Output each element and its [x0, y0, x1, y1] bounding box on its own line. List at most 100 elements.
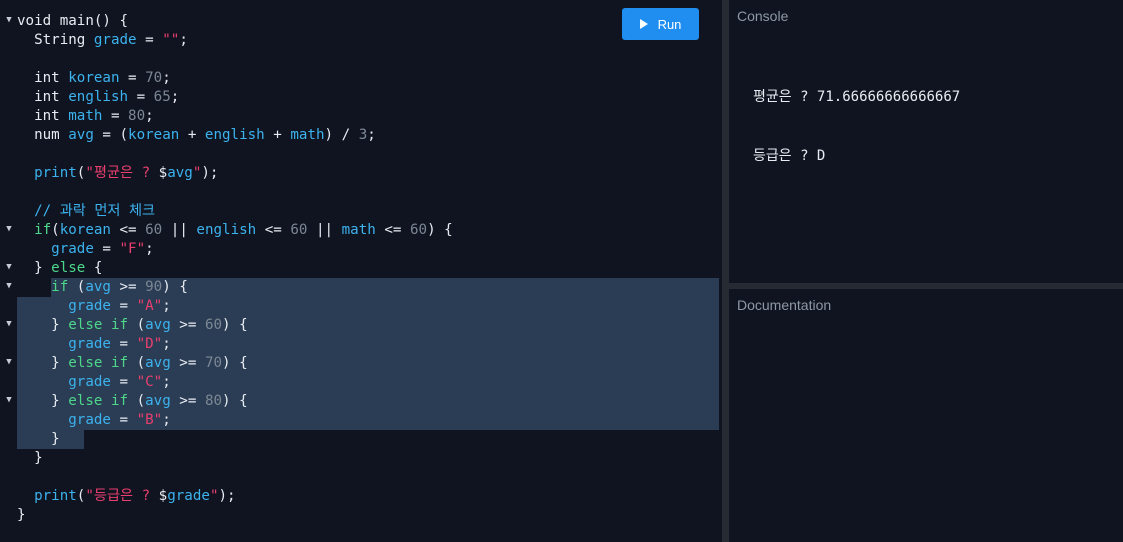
code-token: 3	[358, 127, 368, 143]
code-token: (	[68, 279, 86, 295]
code-token: num	[17, 127, 69, 143]
code-token: =	[128, 89, 154, 105]
code-line[interactable]: ▼ void main() {	[0, 12, 722, 31]
code-token: (	[128, 393, 146, 409]
code-token: (	[128, 317, 146, 333]
code-line[interactable]: print("평균은 ? $avg");	[0, 164, 722, 183]
code-token: 70	[204, 355, 223, 371]
code-line[interactable]: num avg = (korean + english + math) / 3;	[0, 126, 722, 145]
code-token: ;	[162, 374, 171, 390]
code-line[interactable]: ▼ } else if (avg >= 70) {	[0, 354, 722, 373]
code-text: } else {	[17, 259, 102, 278]
code-line[interactable]: print("등급은 ? $grade");	[0, 487, 722, 506]
code-token: }	[17, 317, 69, 333]
code-line[interactable]	[0, 50, 722, 69]
code-token: english	[68, 89, 129, 105]
code-text: }	[17, 430, 60, 449]
code-line[interactable]: grade = "C";	[0, 373, 722, 392]
code-line[interactable]: grade = "A";	[0, 297, 722, 316]
code-line[interactable]: }	[0, 449, 722, 468]
code-token: "C"	[136, 374, 163, 390]
code-line[interactable]: }	[0, 430, 722, 449]
code-line[interactable]	[0, 468, 722, 487]
code-token: ) {	[222, 355, 248, 371]
code-token: >=	[170, 317, 205, 333]
fold-arrow-icon[interactable]: ▼	[4, 221, 14, 238]
run-button-label: Run	[657, 16, 682, 32]
code-token: 60	[409, 222, 428, 238]
code-token: 60	[204, 317, 223, 333]
code-token: ) {	[222, 317, 248, 333]
code-token: =	[93, 241, 120, 257]
code-line[interactable]: grade = "D";	[0, 335, 722, 354]
console-output: 평균은 ? 71.66666666666667 등급은 ? D	[753, 49, 960, 205]
code-editor[interactable]: ▼ void main() { String grade = ""; int ko…	[0, 0, 722, 542]
code-line[interactable]: ▼ if (avg >= 90) {	[0, 278, 722, 297]
code-token: grade	[17, 298, 111, 314]
code-token: ;	[162, 412, 171, 428]
code-token: =	[110, 336, 137, 352]
documentation-title: Documentation	[737, 297, 832, 313]
console-pane: Console 평균은 ? 71.66666666666667 등급은 ? D	[729, 0, 1123, 283]
code-token: else if	[68, 317, 129, 333]
code-token: avg	[145, 317, 171, 333]
code-text: if (avg >= 90) {	[17, 278, 188, 297]
code-text: int english = 65;	[17, 88, 179, 107]
code-token: math	[341, 222, 376, 238]
code-line[interactable]: int korean = 70;	[0, 69, 722, 88]
code-line[interactable]: ▼ } else {	[0, 259, 722, 278]
fold-arrow-icon[interactable]: ▼	[4, 392, 14, 409]
code-token: 70	[145, 70, 163, 86]
run-button[interactable]: Run	[622, 8, 699, 40]
code-token: >=	[170, 355, 205, 371]
code-token: =	[110, 412, 137, 428]
fold-arrow-icon[interactable]: ▼	[4, 259, 14, 276]
fold-arrow-icon[interactable]: ▼	[4, 354, 14, 371]
code-line[interactable]: // 과락 먼저 체크	[0, 202, 722, 221]
code-line[interactable]: ▼ } else if (avg >= 60) {	[0, 316, 722, 335]
code-token: ) {	[427, 222, 453, 238]
code-text: print("평균은 ? $avg");	[17, 164, 218, 183]
code-text: } else if (avg >= 60) {	[17, 316, 248, 335]
code-line[interactable]	[0, 145, 722, 164]
code-line[interactable]: ▼ } else if (avg >= 80) {	[0, 392, 722, 411]
code-lines[interactable]: ▼ void main() { String grade = ""; int ko…	[0, 12, 722, 525]
code-line[interactable]: int math = 80;	[0, 107, 722, 126]
fold-arrow-icon[interactable]: ▼	[4, 12, 14, 29]
code-token: print	[17, 165, 77, 181]
code-token: );	[218, 488, 236, 504]
code-line[interactable]	[0, 183, 722, 202]
documentation-pane: Documentation	[729, 289, 1123, 542]
code-token: );	[201, 165, 219, 181]
code-token: if	[17, 279, 69, 295]
code-line[interactable]: String grade = "";	[0, 31, 722, 50]
code-token: main() {	[59, 13, 129, 29]
code-text: print("등급은 ? $grade");	[17, 487, 236, 506]
code-token: english	[204, 127, 265, 143]
code-token: 90	[145, 279, 163, 295]
code-token: int	[17, 89, 69, 105]
code-token: }	[17, 355, 69, 371]
code-line[interactable]: int english = 65;	[0, 88, 722, 107]
code-token: print	[17, 488, 77, 504]
code-text: int math = 80;	[17, 107, 154, 126]
vertical-splitter[interactable]	[722, 0, 729, 542]
code-token: ||	[307, 222, 342, 238]
code-token: grade	[17, 412, 111, 428]
code-token: ) {	[222, 393, 248, 409]
code-token: ;	[162, 70, 171, 86]
code-line[interactable]: grade = "B";	[0, 411, 722, 430]
fold-arrow-icon[interactable]: ▼	[4, 278, 14, 295]
code-text: grade = "F";	[17, 240, 154, 259]
code-token: 80	[128, 108, 146, 124]
code-line[interactable]: grade = "F";	[0, 240, 722, 259]
code-token: $	[158, 488, 168, 504]
code-token: =	[110, 298, 137, 314]
code-token: english	[196, 222, 257, 238]
code-line[interactable]: ▼ if(korean <= 60 || english <= 60 || ma…	[0, 221, 722, 240]
code-line[interactable]: }	[0, 506, 722, 525]
code-token: ;	[162, 336, 171, 352]
code-token: (	[128, 355, 146, 371]
code-token: ;	[145, 108, 154, 124]
fold-arrow-icon[interactable]: ▼	[4, 316, 14, 333]
